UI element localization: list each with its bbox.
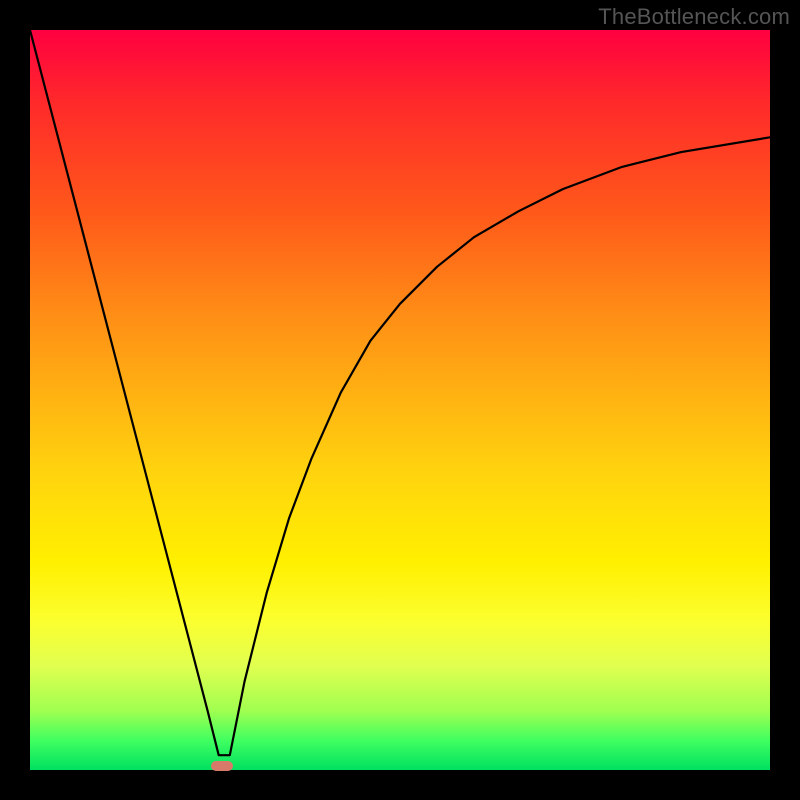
- curve-minimum-marker: [211, 761, 233, 771]
- chart-curve-svg: [30, 30, 770, 770]
- watermark-text: TheBottleneck.com: [598, 4, 790, 30]
- chart-frame: TheBottleneck.com: [0, 0, 800, 800]
- chart-plot-area: [30, 30, 770, 770]
